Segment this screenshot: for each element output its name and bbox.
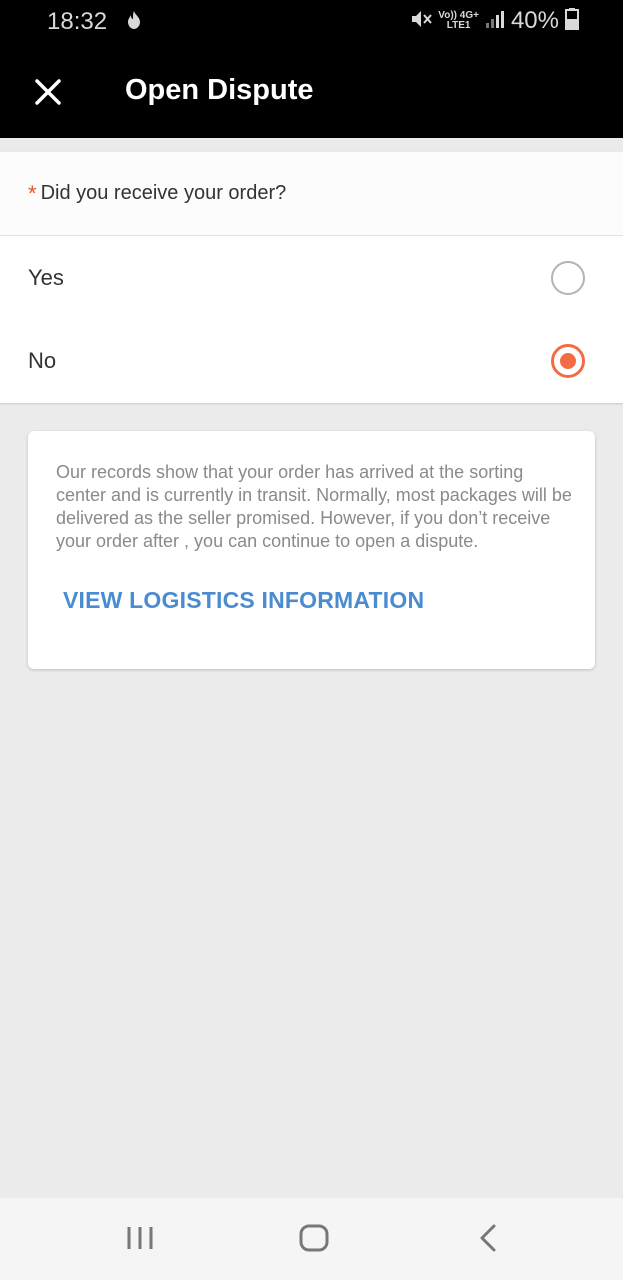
home-icon[interactable] [298, 1222, 330, 1259]
option-yes-label: Yes [28, 264, 64, 290]
status-bar: 18:32 Vo)) 4G+ LTE1 40% [0, 0, 623, 44]
question-text: Did you receive your order? [40, 182, 287, 204]
question-card: * Did you receive your order? Yes No [0, 152, 623, 403]
view-logistics-link[interactable]: VIEW LOGISTICS INFORMATION [63, 587, 424, 614]
status-time: 18:32 [47, 8, 108, 35]
system-nav-bar [0, 1198, 623, 1280]
option-no-label: No [28, 347, 57, 373]
radio-no[interactable] [551, 343, 585, 378]
battery-icon [565, 7, 579, 35]
option-yes[interactable]: Yes [0, 236, 623, 319]
app-bar: Open Dispute [0, 44, 623, 138]
recent-apps-icon[interactable] [126, 1222, 154, 1259]
battery-percent: 40% [510, 7, 559, 34]
signal-icon [485, 9, 505, 34]
required-mark: * [28, 180, 37, 206]
network-bottom-label: LTE1 [446, 20, 471, 31]
radio-yes[interactable] [551, 260, 585, 295]
question-header: * Did you receive your order? [0, 152, 623, 236]
back-icon[interactable] [474, 1222, 502, 1259]
status-icons: Vo)) 4G+ LTE1 40% [410, 7, 579, 35]
mute-icon [410, 8, 433, 35]
flame-icon [125, 10, 143, 35]
info-card: Our records show that your order has arr… [28, 431, 595, 669]
transit-message: Our records show that your order has arr… [56, 462, 572, 551]
page-title: Open Dispute [125, 74, 314, 106]
close-icon[interactable] [30, 74, 66, 110]
network-indicator: Vo)) 4G+ LTE1 [438, 11, 479, 31]
option-no[interactable]: No [0, 319, 623, 402]
